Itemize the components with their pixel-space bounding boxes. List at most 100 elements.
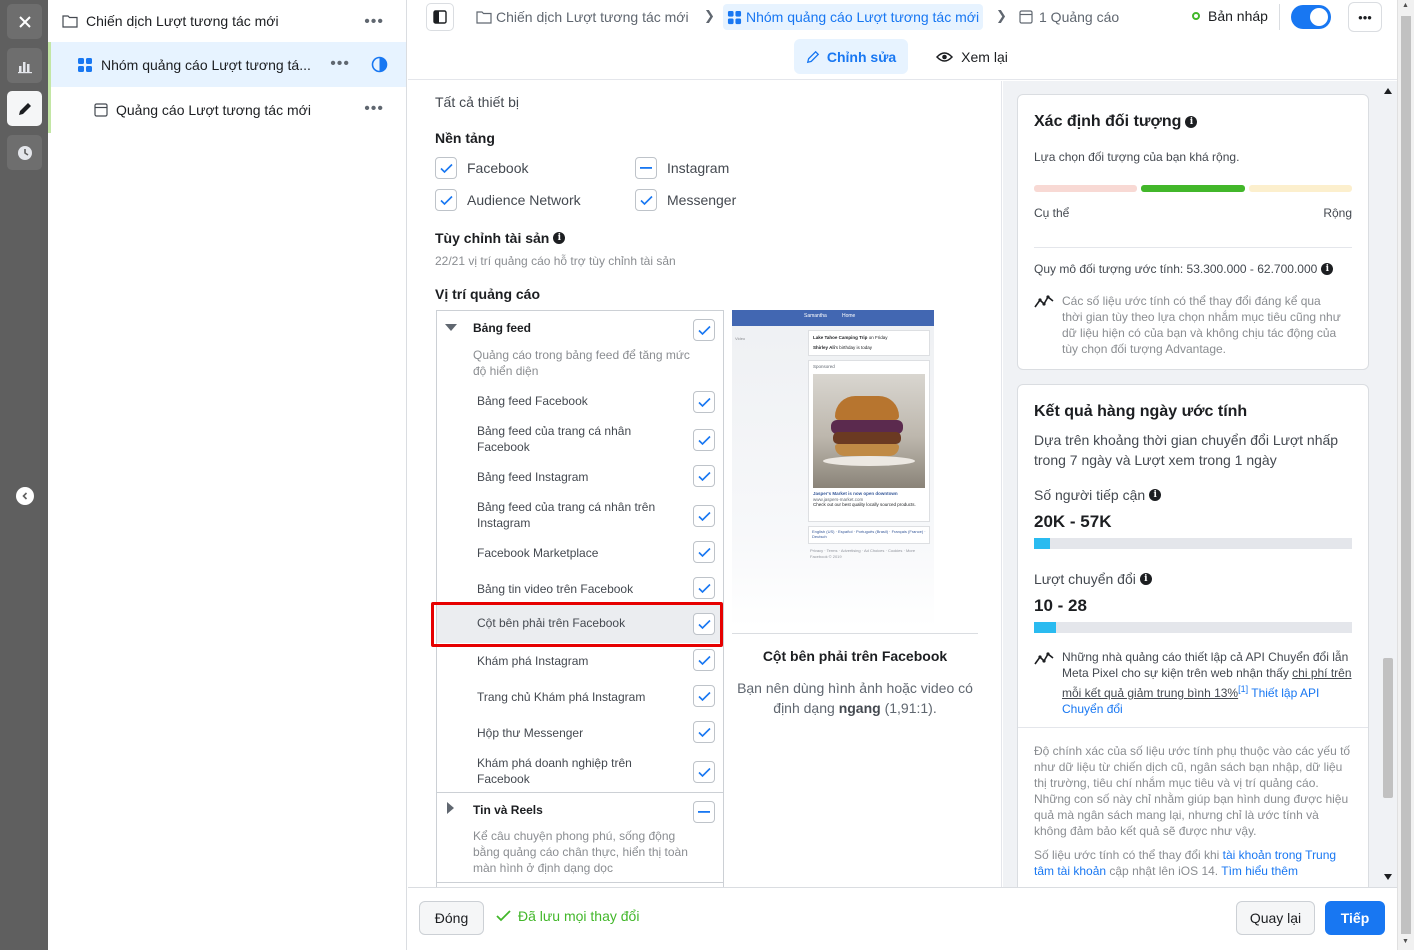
- checkbox[interactable]: [693, 541, 715, 563]
- tree-ad-label: Quảng cáo Lượt tương tác mới: [116, 102, 311, 118]
- meter-broad: [1249, 185, 1352, 192]
- edit-mode-button[interactable]: [7, 91, 42, 126]
- checkbox[interactable]: [435, 189, 457, 211]
- placement-item[interactable]: Hộp thư Messenger: [437, 721, 723, 757]
- placement-preview-mock: Samantha Home Video Lake Tahoe Camping T…: [732, 310, 934, 628]
- caret-right-icon[interactable]: [447, 802, 455, 814]
- publish-toggle[interactable]: [1291, 5, 1331, 29]
- next-button[interactable]: Tiếp: [1325, 901, 1385, 935]
- checkbox[interactable]: [635, 157, 657, 179]
- placement-item[interactable]: Khám phá doanh nghiệp trên Facebook: [437, 753, 723, 793]
- meter-right-label: Rộng: [1323, 206, 1352, 220]
- meter-left-label: Cụ thể: [1034, 206, 1070, 220]
- audience-title: Xác định đối tượng: [1034, 113, 1182, 130]
- crumb-campaign[interactable]: Chiến dịch Lượt tương tác mới: [476, 4, 689, 30]
- audience-size-row: Quy mô đối tượng ước tính: 53.300.000 - …: [1034, 261, 1334, 277]
- preview-desc: Bạn nên dùng hình ảnh hoặc video có định…: [732, 678, 978, 718]
- platforms-title: Nền tảng: [435, 130, 495, 146]
- tree-ad[interactable]: Quảng cáo Lượt tương tác mới •••: [48, 87, 406, 133]
- toggle-tree-button[interactable]: [426, 3, 454, 31]
- checkbox[interactable]: [693, 721, 715, 743]
- crumb-adset[interactable]: Nhóm quảng cáo Lượt tương tác mới: [723, 4, 984, 30]
- collapse-tree-button[interactable]: [16, 487, 34, 505]
- reporting-button[interactable]: [7, 48, 42, 83]
- adset-grid-icon: [727, 10, 742, 24]
- checkbox[interactable]: [693, 465, 715, 487]
- meter-specific: [1034, 185, 1137, 192]
- scroll-thumb[interactable]: [1383, 658, 1393, 798]
- conv-label: Lượt chuyển đổi: [1034, 571, 1136, 587]
- folder-icon: [476, 11, 492, 24]
- draft-status: Bản nháp: [1208, 8, 1268, 24]
- checkbox[interactable]: [693, 391, 715, 413]
- check-icon: [697, 397, 711, 407]
- placement-item[interactable]: Facebook Marketplace: [437, 541, 723, 577]
- adset-more-icon[interactable]: •••: [330, 55, 350, 73]
- placement-label: Facebook Marketplace: [477, 546, 599, 560]
- scroll-down-icon[interactable]: ▼: [1402, 938, 1409, 945]
- half-circle-icon[interactable]: [371, 56, 388, 73]
- close-footer-button[interactable]: Đóng: [419, 901, 484, 935]
- tab-edit[interactable]: Chỉnh sửa: [794, 39, 908, 74]
- placement-item[interactable]: Khám phá Instagram: [437, 649, 723, 685]
- trend-line-icon: [1034, 652, 1054, 665]
- info-icon[interactable]: i: [553, 232, 566, 244]
- check-icon: [697, 511, 711, 521]
- feeds-group-checkbox[interactable]: [693, 319, 715, 341]
- api-note-footnote[interactable]: [1]: [1238, 684, 1248, 694]
- mock-left-label: Video: [735, 336, 746, 341]
- scroll-down-icon[interactable]: [1384, 874, 1392, 880]
- ad-more-icon[interactable]: •••: [364, 100, 384, 118]
- crumb-ad[interactable]: 1 Quảng cáo: [1019, 4, 1119, 30]
- close-icon: [18, 15, 31, 28]
- mock-sponsored: Sponsored: [813, 364, 835, 369]
- more-options-button[interactable]: •••: [1348, 2, 1382, 32]
- tab-review[interactable]: Xem lại: [920, 39, 1024, 74]
- check-icon: [697, 471, 711, 481]
- back-button[interactable]: Quay lại: [1236, 901, 1315, 935]
- info-icon[interactable]: i: [1185, 116, 1198, 128]
- placement-item[interactable]: Trang chủ Khám phá Instagram: [437, 685, 723, 721]
- checkbox[interactable]: [693, 505, 715, 527]
- placement-label: Hộp thư Messenger: [477, 726, 584, 740]
- checkbox[interactable]: [635, 189, 657, 211]
- audience-note: Các số liệu ước tính có thể thay đổi đán…: [1062, 294, 1341, 356]
- checkbox[interactable]: [693, 761, 715, 783]
- page-scrollbar[interactable]: ▲ ▼: [1397, 0, 1414, 950]
- tree-adset[interactable]: Nhóm quảng cáo Lượt tương tá... •••: [48, 42, 406, 87]
- caret-down-icon[interactable]: [445, 324, 457, 332]
- platform-audience-network[interactable]: Audience Network: [435, 189, 581, 211]
- stories-group-checkbox[interactable]: [693, 801, 715, 823]
- scroll-up-icon[interactable]: ▲: [1402, 2, 1409, 9]
- placement-item[interactable]: Bảng feed của trang cá nhân Facebook: [437, 421, 723, 461]
- info-icon[interactable]: i: [1139, 573, 1152, 585]
- checkbox[interactable]: [693, 685, 715, 707]
- placement-item[interactable]: Bảng feed Facebook: [437, 391, 723, 425]
- campaign-more-icon[interactable]: •••: [364, 13, 384, 31]
- checkbox[interactable]: [693, 577, 715, 599]
- estimates-scrollbar[interactable]: [1381, 86, 1395, 886]
- conv-label-row: Lượt chuyển đổi i: [1034, 571, 1152, 587]
- platform-label: Instagram: [667, 160, 730, 176]
- history-button[interactable]: [7, 135, 42, 170]
- checkbox[interactable]: [693, 649, 715, 671]
- close-button[interactable]: [7, 4, 42, 39]
- placement-item[interactable]: Bảng feed của trang cá nhân trên Instagr…: [437, 497, 723, 537]
- mock-sponsored-card: Sponsored Jasper's Market is now open do…: [808, 360, 930, 522]
- info-icon[interactable]: i: [1321, 263, 1334, 275]
- audience-title-row: Xác định đối tượng i: [1034, 113, 1198, 131]
- page-scroll-thumb[interactable]: [1401, 16, 1411, 934]
- checkbox[interactable]: [693, 429, 715, 451]
- platform-instagram[interactable]: Instagram: [635, 157, 729, 179]
- platform-facebook[interactable]: Facebook: [435, 157, 528, 179]
- tree-campaign[interactable]: Chiến dịch Lượt tương tác mới •••: [48, 0, 406, 42]
- checkbox[interactable]: [435, 157, 457, 179]
- placement-label: Trang chủ Khám phá Instagram: [477, 690, 646, 704]
- placement-item[interactable]: Bảng feed Instagram: [437, 465, 723, 501]
- platform-messenger[interactable]: Messenger: [635, 189, 736, 211]
- scroll-up-icon[interactable]: [1384, 88, 1392, 94]
- reach-bar: [1034, 538, 1352, 549]
- info-icon[interactable]: i: [1149, 489, 1162, 501]
- ad-icon: [94, 103, 108, 117]
- learn-more-link[interactable]: Tìm hiểu thêm: [1221, 864, 1298, 878]
